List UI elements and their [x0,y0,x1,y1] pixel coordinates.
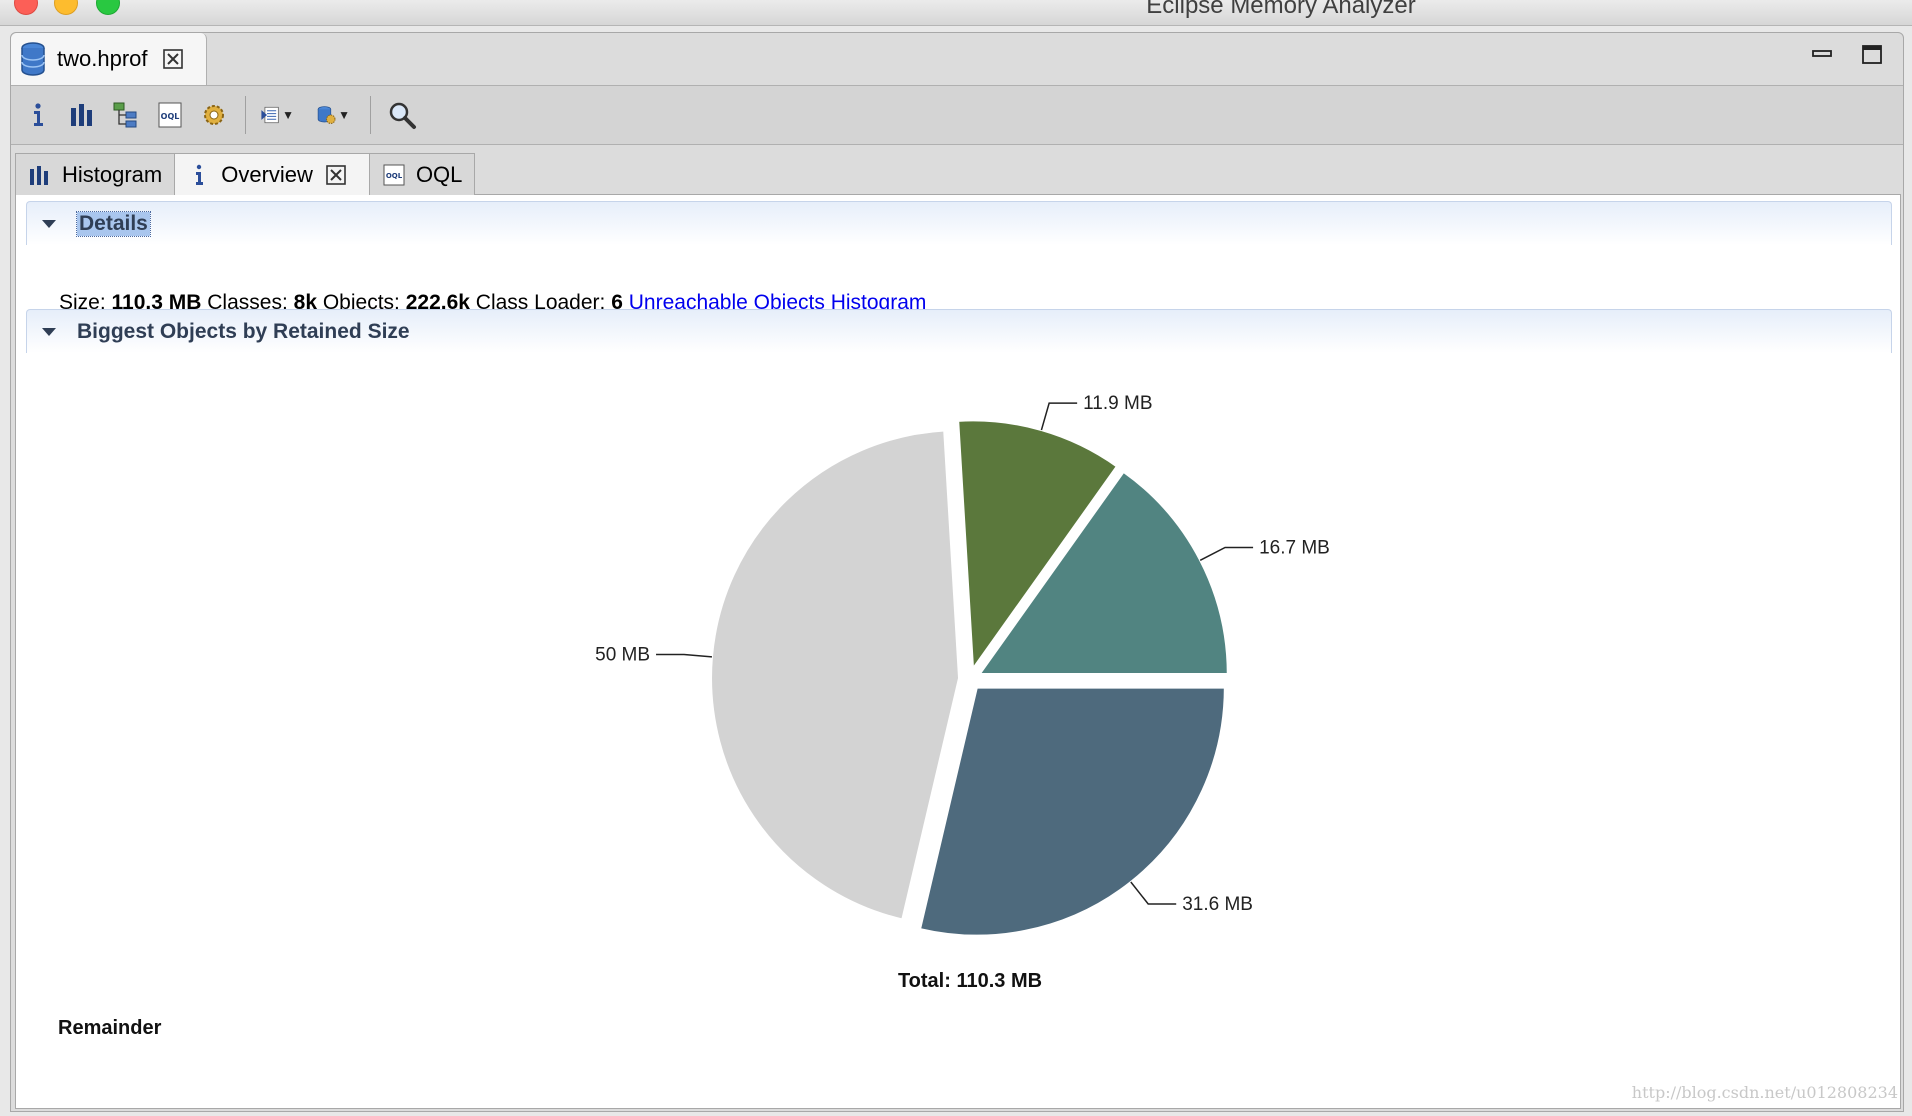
slice-label: 16.7 MB [1259,537,1330,558]
editor-area: two.hprof OQL ▼ ▼ Histogram Overview OQL… [10,32,1904,1112]
slice-label: 11.9 MB [1083,393,1152,414]
file-tab-label: two.hprof [57,46,148,71]
queries-dropdown[interactable]: ▼ [316,98,350,132]
tab-label: Histogram [62,161,163,187]
window-title-bar: Eclipse Memory Analyzer [0,0,1912,26]
histogram-icon [71,104,92,126]
retained-size-pie-chart[interactable]: 31.6 MB 50 MB 11.9 MB 16.7 MB Total: 110.3 M… [16,195,1902,1109]
pie-slice[interactable] [710,429,961,921]
slice-label: 50 MB [595,644,650,665]
file-tab-two-hprof[interactable]: two.hprof [11,33,207,85]
histogram-icon [30,165,48,185]
remainder-label: Remainder [58,1017,162,1039]
search-icon [389,102,416,129]
slice-leader-line [656,653,713,658]
info-icon [34,103,43,126]
search-button[interactable] [385,98,419,132]
window-title: Eclipse Memory Analyzer [1146,0,1416,19]
close-tab-icon[interactable] [162,48,184,70]
main-toolbar: OQL ▼ ▼ [11,85,1903,145]
dominator-tree-icon [113,102,137,128]
dropdown-arrow-icon: ▼ [338,108,350,122]
oql-icon: OQL [383,164,405,185]
slice-leader-line [1130,881,1177,905]
histogram-button[interactable] [65,98,99,132]
maximize-icon[interactable] [1861,43,1883,65]
close-tab-icon[interactable] [325,164,347,186]
minimize-icon[interactable] [1811,43,1833,65]
toolbar-separator [370,96,371,134]
reports-dropdown[interactable]: ▼ [260,98,294,132]
dominator-tree-button[interactable] [109,98,143,132]
toolbar-separator [245,96,246,134]
thread-overview-button[interactable] [197,98,231,132]
pie-slice[interactable] [918,686,1226,937]
tab-label: Overview [221,162,313,187]
oql-icon: OQL [158,102,182,128]
gears-icon [204,105,224,125]
slice-leader-line [1199,546,1254,561]
run-report-icon [261,106,279,124]
slice-label: 31.6 MB [1182,894,1253,915]
heap-dump-icon [21,42,45,76]
overview-content: Details Size: 110.3 MB Classes: 8k Objec… [15,195,1901,1109]
result-tabs: Histogram Overview OQL OQL [15,153,1901,196]
query-browser-icon [317,106,336,124]
watermark: http://blog.csdn.net/u012808234 [1631,1083,1898,1102]
dropdown-arrow-icon: ▼ [282,108,294,122]
overview-button[interactable] [21,98,55,132]
oql-button[interactable]: OQL [153,98,187,132]
tab-histogram[interactable]: Histogram [15,153,176,195]
slice-leader-line [1040,402,1078,431]
tab-overview[interactable]: Overview [174,153,370,196]
svg-text:OQL: OQL [161,112,180,121]
editor-window-controls [1811,43,1883,65]
tab-oql[interactable]: OQL OQL [368,153,476,195]
info-icon [196,164,204,185]
pie-total-label: Total: 110.3 MB [898,970,1042,992]
svg-text:OQL: OQL [386,172,403,180]
tab-label: OQL [415,161,463,187]
